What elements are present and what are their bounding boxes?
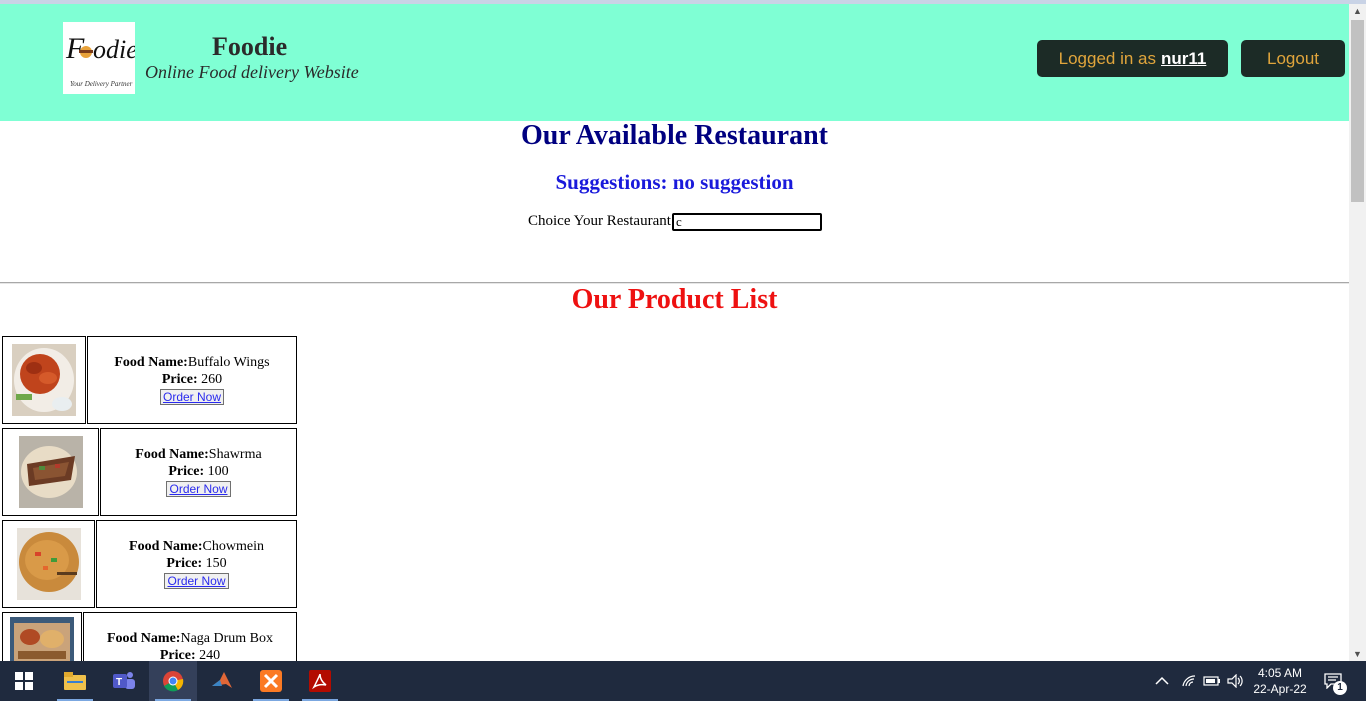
product-info-cell: Food Name:Shawrma Price: 100 Order Now: [100, 428, 297, 516]
product-price-line: Price: 100: [101, 463, 296, 480]
price-value: 240: [199, 648, 221, 661]
food-name: Buffalo Wings: [187, 355, 270, 370]
windows-taskbar: T 4:05 AM 22-Apr-22 1: [0, 661, 1366, 701]
file-explorer-icon[interactable]: [51, 661, 99, 701]
logo-graphic: F odie Your Delivery Partner: [63, 22, 135, 94]
product-price-line: Price: 150: [97, 555, 296, 572]
price-label: Price:: [168, 464, 205, 479]
page-viewport: F odie Your Delivery Partner Foodie Onli…: [0, 4, 1349, 661]
page-scrollbar[interactable]: ▲ ▼: [1349, 4, 1366, 661]
matlab-icon[interactable]: [198, 661, 246, 701]
choice-restaurant-label: Choice Your Restaurant:: [528, 213, 676, 229]
teams-icon[interactable]: T: [100, 661, 148, 701]
restaurant-heading: Our Available Restaurant: [521, 120, 828, 151]
product-row: Food Name:Chowmein Price: 150 Order Now: [2, 520, 297, 608]
logged-in-button[interactable]: Logged in as nur11: [1037, 40, 1228, 77]
product-name-line: Food Name:Buffalo Wings: [88, 354, 296, 371]
order-now-button[interactable]: Order Now: [166, 481, 231, 497]
battery-icon[interactable]: [1203, 661, 1221, 701]
price-value: 260: [201, 372, 223, 387]
product-row: Food Name:Buffalo Wings Price: 260 Order…: [2, 336, 297, 424]
restaurant-search-input[interactable]: [672, 213, 822, 231]
product-image-cell: [2, 428, 99, 516]
volume-icon[interactable]: [1227, 661, 1245, 701]
clock-date: 22-Apr-22: [1253, 682, 1307, 696]
wifi-icon[interactable]: [1181, 661, 1197, 701]
product-image-cell: [2, 336, 86, 424]
food-name: Shawrma: [208, 447, 262, 462]
logo-odie: odie: [93, 35, 135, 64]
logged-in-prefix: Logged in as: [1058, 48, 1156, 68]
shawrma-image[interactable]: [18, 436, 83, 508]
price-value: 150: [205, 556, 227, 571]
product-price-line: Price: 260: [88, 371, 296, 388]
notification-count-badge: 1: [1333, 681, 1347, 695]
price-label: Price:: [159, 648, 196, 661]
food-name: Chowmein: [202, 539, 264, 554]
product-row: Food Name:Naga Drum Box Price: 240 Order…: [2, 612, 297, 661]
food-name-label: Food Name:: [106, 631, 181, 646]
clock-time: 4:05 AM: [1257, 666, 1303, 680]
foodie-logo[interactable]: F odie Your Delivery Partner: [63, 22, 135, 94]
product-name-line: Food Name:Naga Drum Box: [84, 630, 296, 647]
product-price-line: Price: 240: [84, 647, 296, 661]
xampp-icon[interactable]: [247, 661, 295, 701]
order-now-button[interactable]: Order Now: [164, 573, 229, 589]
price-value: 100: [207, 464, 229, 479]
scroll-up-arrow-icon[interactable]: ▲: [1349, 4, 1366, 18]
buffalo-wings-image[interactable]: [12, 344, 76, 416]
suggestions-text: Suggestions: no suggestion: [555, 170, 794, 194]
username-link[interactable]: nur11: [1161, 49, 1206, 69]
chrome-icon[interactable]: [149, 661, 197, 701]
product-name-line: Food Name:Chowmein: [97, 538, 296, 555]
scrollbar-thumb[interactable]: [1351, 20, 1364, 202]
svg-text:T: T: [116, 677, 122, 688]
food-name: Naga Drum Box: [180, 631, 274, 646]
price-label: Price:: [166, 556, 203, 571]
naga-drum-box-image[interactable]: [10, 617, 74, 661]
product-name-line: Food Name:Shawrma: [101, 446, 296, 463]
site-subtitle: Online Food delivery Website: [145, 62, 359, 82]
logout-button[interactable]: Logout: [1241, 40, 1345, 77]
product-row: Food Name:Shawrma Price: 100 Order Now: [2, 428, 297, 516]
taskbar-clock[interactable]: 4:05 AM 22-Apr-22: [1250, 665, 1310, 697]
product-list-heading: Our Product List: [571, 284, 778, 315]
product-info-cell: Food Name:Naga Drum Box Price: 240 Order…: [83, 612, 297, 661]
product-image-cell: [2, 612, 82, 661]
product-image-cell: [2, 520, 95, 608]
product-info-cell: Food Name:Buffalo Wings Price: 260 Order…: [87, 336, 297, 424]
food-name-label: Food Name:: [129, 539, 203, 554]
food-name-label: Food Name:: [114, 355, 188, 370]
show-hidden-icons-icon[interactable]: [1155, 661, 1169, 701]
logo-tagline: Your Delivery Partner: [70, 80, 133, 88]
food-name-label: Food Name:: [135, 447, 209, 462]
acrobat-icon[interactable]: [296, 661, 344, 701]
site-title: Foodie: [212, 32, 288, 61]
order-now-button[interactable]: Order Now: [159, 389, 224, 405]
scroll-down-arrow-icon[interactable]: ▼: [1349, 647, 1366, 661]
price-label: Price:: [161, 372, 198, 387]
windows-start-icon[interactable]: [0, 661, 48, 701]
product-info-cell: Food Name:Chowmein Price: 150 Order Now: [96, 520, 297, 608]
site-header: F odie Your Delivery Partner Foodie Onli…: [0, 4, 1349, 121]
chowmein-image[interactable]: [16, 528, 81, 600]
